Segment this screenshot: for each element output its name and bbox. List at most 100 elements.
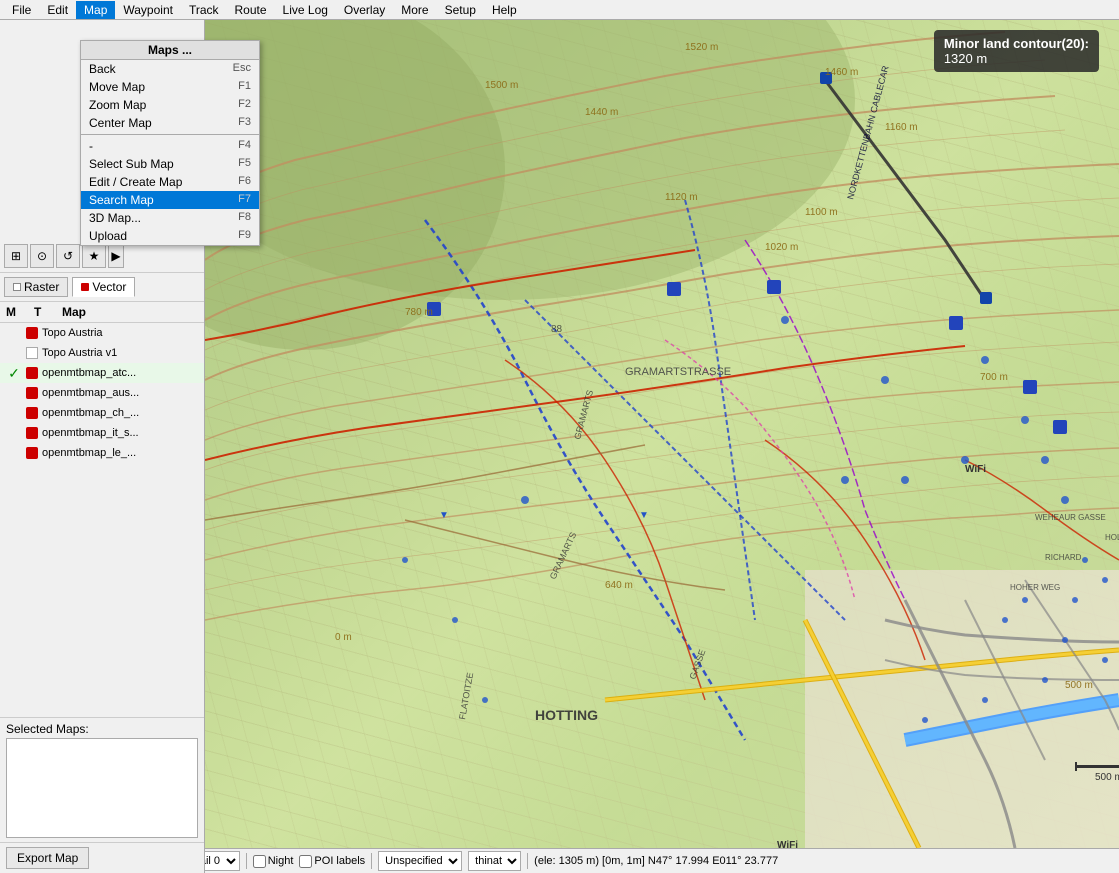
svg-text:88: 88 [551, 324, 563, 335]
map-list-item[interactable]: ✓ openmtbmap_atc... [0, 363, 204, 383]
maps-zoom[interactable]: Zoom Map F2 [81, 96, 259, 114]
divider-3 [371, 853, 372, 869]
check-poi-label: POI labels [314, 855, 365, 867]
map-svg-overlay: NORDKETTENBAHN CABLECAR [205, 20, 1119, 848]
map-name-1: Topo Austria v1 [42, 347, 198, 359]
export-map-button[interactable]: Export Map [6, 847, 89, 869]
map-list-item[interactable]: openmtbmap_ch_... [0, 403, 204, 423]
tab-raster[interactable]: Raster [4, 277, 68, 297]
svg-text:1160 m: 1160 m [885, 122, 918, 133]
svg-text:HOHER WEG: HOHER WEG [1010, 583, 1060, 592]
selected-maps-label: Selected Maps: [6, 722, 198, 736]
map-name-0: Topo Austria [42, 327, 198, 339]
menu-file[interactable]: File [4, 1, 39, 19]
map-check-4 [6, 405, 22, 421]
selected-maps-section: Selected Maps: [0, 717, 204, 842]
check-night-label: Night [268, 855, 294, 867]
coords-text: (ele: 1305 m) [0m, 1m] N47° 17.994 E011°… [534, 855, 778, 867]
menu-waypoint[interactable]: Waypoint [115, 1, 181, 19]
map-name-5: openmtbmap_it_s... [42, 427, 198, 439]
maps-move[interactable]: Move Map F1 [81, 78, 259, 96]
maps-dropdown: Maps ... Back Esc Move Map F1 Zoom Map F… [80, 40, 260, 246]
maps-dropdown-title: Maps ... [81, 41, 259, 60]
menubar: File Edit Map Waypoint Track Route Live … [0, 0, 1119, 20]
tooltip-title: Minor land contour(20): [944, 36, 1089, 51]
map-area[interactable]: NORDKETTENBAHN CABLECAR [205, 20, 1119, 848]
map-canvas[interactable]: NORDKETTENBAHN CABLECAR [205, 20, 1119, 848]
svg-text:1120 m: 1120 m [665, 192, 698, 203]
map-icon-1 [26, 347, 38, 359]
unspecified-select[interactable]: Unspecified [378, 851, 462, 871]
divider-2 [246, 853, 247, 869]
map-list-item[interactable]: openmtbmap_aus... [0, 383, 204, 403]
toolbar-arrow-btn[interactable]: ▶ [108, 244, 124, 268]
check-poi-input[interactable] [299, 855, 312, 868]
menu-help[interactable]: Help [484, 1, 525, 19]
maps-edit-create[interactable]: Edit / Create Map F6 [81, 173, 259, 191]
map-check-0 [6, 325, 22, 341]
toolbar-star-btn[interactable]: ★ [82, 244, 106, 268]
divider-4 [527, 853, 528, 869]
menu-track[interactable]: Track [181, 1, 227, 19]
export-section: Export Map [0, 842, 204, 873]
menu-more[interactable]: More [393, 1, 436, 19]
map-check-1 [6, 345, 22, 361]
check-night-input[interactable] [253, 855, 266, 868]
svg-text:▼: ▼ [439, 510, 449, 521]
svg-text:1100 m: 1100 m [805, 207, 838, 218]
left-panel: Maps ... Back Esc Move Map F1 Zoom Map F… [0, 20, 205, 873]
map-tooltip: Minor land contour(20): 1320 m [934, 30, 1099, 72]
map-name-3: openmtbmap_aus... [42, 387, 198, 399]
svg-text:WEHEAUR GASSE: WEHEAUR GASSE [1035, 513, 1106, 522]
map-check-5 [6, 425, 22, 441]
svg-text:1020 m: 1020 m [765, 242, 798, 253]
svg-text:500 m: 500 m [1095, 772, 1119, 783]
map-icon-0 [26, 327, 38, 339]
map-list-item[interactable]: openmtbmap_le_... [0, 443, 204, 463]
svg-text:WiFi: WiFi [777, 840, 798, 848]
map-name-2: openmtbmap_atc... [42, 367, 198, 379]
svg-text:GRAMARTSTRASSE: GRAMARTSTRASSE [625, 366, 731, 378]
maps-upload[interactable]: Upload F9 [81, 227, 259, 245]
menu-livelog[interactable]: Live Log [275, 1, 336, 19]
check-poi[interactable]: POI labels [299, 855, 365, 868]
menu-overlay[interactable]: Overlay [336, 1, 393, 19]
svg-text:700 m: 700 m [980, 372, 1008, 383]
svg-text:640 m: 640 m [605, 580, 633, 591]
tooltip-value: 1320 m [944, 51, 1089, 66]
toolbar-grid-btn[interactable]: ⊞ [4, 244, 28, 268]
menu-route[interactable]: Route [227, 1, 275, 19]
maps-center[interactable]: Center Map F3 [81, 114, 259, 132]
map-icon-2 [26, 367, 38, 379]
tab-vector[interactable]: Vector [72, 277, 135, 297]
svg-text:HOLERWEG: HOLERWEG [1105, 533, 1119, 542]
maps-3d[interactable]: 3D Map... F8 [81, 209, 259, 227]
map-list-header: M T Map [0, 302, 204, 323]
check-night[interactable]: Night [253, 855, 294, 868]
map-check-3 [6, 385, 22, 401]
menu-map[interactable]: Map [76, 1, 115, 19]
map-name-6: openmtbmap_le_... [42, 447, 198, 459]
map-icon-5 [26, 427, 38, 439]
menu-setup[interactable]: Setup [437, 1, 484, 19]
svg-text:RICHARD: RICHARD [1045, 553, 1082, 562]
map-check-6 [6, 445, 22, 461]
toolbar-refresh-btn[interactable]: ↺ [56, 244, 80, 268]
toolbar-globe-btn[interactable]: ⊙ [30, 244, 54, 268]
svg-text:0 m: 0 m [335, 632, 352, 643]
profile-select[interactable]: thinat [468, 851, 521, 871]
map-list-item[interactable]: Topo Austria v1 [0, 343, 204, 363]
svg-text:780 m: 780 m [405, 307, 433, 318]
svg-text:HOTTING: HOTTING [535, 707, 598, 723]
maps-back[interactable]: Back Esc [81, 60, 259, 78]
maps-search[interactable]: Search Map F7 [81, 191, 259, 209]
map-check-2: ✓ [6, 365, 22, 381]
menu-edit[interactable]: Edit [39, 1, 76, 19]
svg-text:500 m: 500 m [1065, 680, 1093, 691]
map-list-item[interactable]: openmtbmap_it_s... [0, 423, 204, 443]
maps-f4[interactable]: - F4 [81, 137, 259, 155]
map-tabs: Raster Vector [0, 273, 204, 302]
map-list-item[interactable]: Topo Austria [0, 323, 204, 343]
selected-maps-box [6, 738, 198, 838]
maps-select-sub[interactable]: Select Sub Map F5 [81, 155, 259, 173]
